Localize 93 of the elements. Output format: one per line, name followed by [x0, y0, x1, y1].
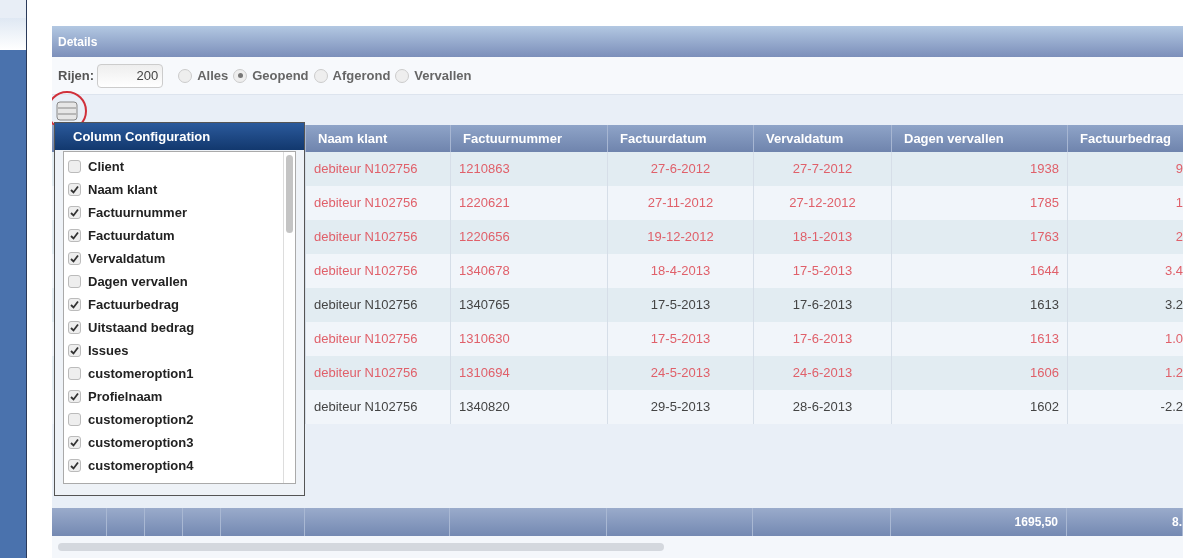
rows-field[interactable]: 200 [97, 63, 164, 88]
table-cell-text: 1602 [1030, 398, 1059, 417]
column-option[interactable]: Naam klant [68, 178, 283, 201]
radio-button[interactable] [313, 68, 328, 83]
checkbox[interactable] [68, 436, 81, 449]
table-cell-text: debiteur N102756 [314, 364, 418, 383]
table-cell-text: 3.4 [1164, 262, 1183, 281]
column-option[interactable]: Vervaldatum [68, 247, 283, 270]
table-cell-text: 28-6-2013 [792, 398, 853, 417]
column-option[interactable]: customeroption3 [68, 431, 283, 454]
radio-label: Afgerond [332, 66, 391, 85]
column-option[interactable]: Dagen vervallen [68, 270, 283, 293]
table-cell-text: 9 [1175, 160, 1183, 179]
table-cell-text: 1220621 [459, 194, 510, 213]
table-cell-text: debiteur N102756 [314, 296, 418, 315]
checkbox[interactable] [68, 413, 81, 426]
table-cell-text: 17-5-2013 [792, 262, 853, 281]
table-cell-text: debiteur N102756 [314, 228, 418, 247]
column-option[interactable]: Factuurdatum [68, 224, 283, 247]
checkbox[interactable] [68, 321, 81, 334]
table-cell-text: 27-6-2012 [650, 160, 711, 179]
checkbox[interactable] [68, 275, 81, 288]
table-cell-text: debiteur N102756 [314, 194, 418, 213]
table-cell-text: 18-1-2013 [792, 228, 853, 247]
radio-label: Alles [197, 66, 229, 85]
table-cell-text: 1.2 [1164, 364, 1183, 383]
checkbox[interactable] [68, 344, 81, 357]
radio-button[interactable] [395, 68, 410, 83]
table-cell-text: -2.2 [1160, 398, 1183, 417]
table-cell-text: 1340678 [459, 262, 510, 281]
table-cell-text: 24-5-2013 [650, 364, 711, 383]
table-cell-text: debiteur N102756 [314, 330, 418, 349]
table-cell-text: 1785 [1030, 194, 1059, 213]
table-cell-text: 1613 [1030, 296, 1059, 315]
table-cell-text: debiteur N102756 [314, 160, 418, 179]
table-icon [56, 101, 78, 121]
table-cell-text: debiteur N102756 [314, 398, 418, 417]
popup-title: Column Configuration [73, 127, 211, 146]
table-cell-text: 17-6-2013 [792, 330, 853, 349]
checkbox[interactable] [68, 160, 81, 173]
rows-label: Rijen: [58, 66, 95, 85]
radio-label: Geopend [252, 66, 309, 85]
table-cell-text: 1606 [1030, 364, 1059, 383]
table-cell-text: 18-4-2013 [650, 262, 711, 281]
radio-button[interactable] [178, 68, 193, 83]
column-option[interactable]: Client [68, 155, 283, 178]
table-cell-text: 17-5-2013 [650, 330, 711, 349]
radio-label: Vervallen [414, 66, 472, 85]
table-cell-text: 1340820 [459, 398, 510, 417]
table-cell-text: 1310630 [459, 330, 510, 349]
total-value: 1695,50 [1014, 514, 1058, 531]
horizontal-scrollbar[interactable] [58, 543, 664, 551]
table-cell-text: 19-12-2012 [647, 228, 714, 247]
column-option[interactable]: Profielnaam [68, 385, 283, 408]
table-cell-text: 1 [1175, 194, 1183, 213]
table-cell-text: 24-6-2013 [792, 364, 853, 383]
total-value: 8. [1172, 514, 1182, 531]
table-cell-text: 27-12-2012 [789, 194, 856, 213]
table-cell-text: 29-5-2013 [650, 398, 711, 417]
table-cell-text: 1613 [1030, 330, 1059, 349]
table-cell-text: 17-6-2013 [792, 296, 853, 315]
checkbox[interactable] [68, 252, 81, 265]
table-cell-text: 17-5-2013 [650, 296, 711, 315]
radio-button[interactable] [233, 68, 248, 83]
column-option[interactable]: Factuurbedrag [68, 293, 283, 316]
table-cell-text: 27-11-2012 [647, 194, 714, 213]
column-option[interactable]: customeroption4 [68, 454, 283, 477]
scrollbar-thumb[interactable] [286, 155, 293, 233]
column-option[interactable]: Issues [68, 339, 283, 362]
checkbox[interactable] [68, 459, 81, 472]
table-cell-text: 1310694 [459, 364, 510, 383]
column-option[interactable]: customeroption2 [68, 408, 283, 431]
checkbox[interactable] [68, 183, 81, 196]
table-cell-text: 1340765 [459, 296, 510, 315]
table-cell-text: 1220656 [459, 228, 510, 247]
table-cell-text: 1763 [1030, 228, 1059, 247]
table-cell-text: 1644 [1030, 262, 1059, 281]
table-cell-text: 27-7-2012 [792, 160, 853, 179]
table-cell-text: 2 [1175, 228, 1183, 247]
column-option[interactable]: customeroption1 [68, 362, 283, 385]
table-cell-text: 1.0 [1164, 330, 1183, 349]
table-cell-text: debiteur N102756 [314, 262, 418, 281]
table-cell-text: 1210863 [459, 160, 510, 179]
column-option[interactable]: Uitstaand bedrag [68, 316, 283, 339]
checkbox[interactable] [68, 298, 81, 311]
panel-title: Details [58, 35, 98, 49]
checkbox[interactable] [68, 229, 81, 242]
checkbox[interactable] [68, 206, 81, 219]
column-option[interactable]: Factuurnummer [68, 201, 283, 224]
table-cell-text: 3.2 [1164, 296, 1183, 315]
checkbox[interactable] [68, 367, 81, 380]
table-cell-text: 1938 [1030, 160, 1059, 179]
checkbox[interactable] [68, 390, 81, 403]
